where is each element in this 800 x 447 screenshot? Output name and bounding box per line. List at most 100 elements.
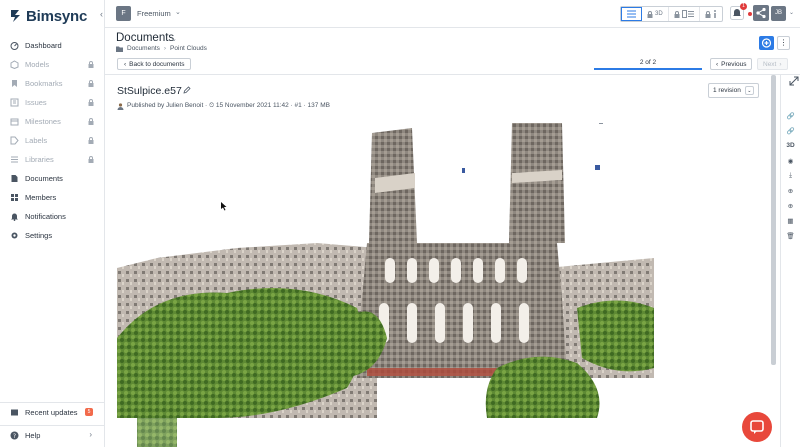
- pencil-icon[interactable]: [183, 86, 191, 94]
- models-icon: [10, 60, 19, 69]
- recent-updates-icon: [10, 408, 19, 417]
- sidebar-item-label: Notifications: [25, 212, 66, 221]
- lock-icon: [88, 99, 94, 106]
- logo[interactable]: Bimsync: [10, 7, 87, 25]
- recent-updates-badge: 5: [85, 408, 93, 416]
- collapse-sidebar-button[interactable]: ‹: [100, 9, 103, 19]
- add-circle-icon[interactable]: ⊕: [785, 185, 796, 196]
- chevron-down-icon[interactable]: ⌄: [789, 9, 794, 16]
- milestone-icon: [10, 117, 19, 126]
- 3d-toggle-button[interactable]: 3D: [785, 140, 796, 151]
- add-button[interactable]: [759, 36, 774, 50]
- revision-dropdown[interactable]: 1 revision ⌄: [708, 83, 759, 98]
- bell-icon: [10, 212, 19, 221]
- eye-icon[interactable]: ◉: [785, 155, 796, 166]
- info-icon: [713, 10, 716, 18]
- breadcrumb-item-documents[interactable]: Documents: [127, 45, 160, 52]
- sidebar-item-label: Documents: [25, 174, 63, 183]
- sidebar-item-settings[interactable]: Settings: [0, 226, 104, 245]
- point-cloud-viewer[interactable]: [117, 118, 654, 447]
- viewer-scrollbar[interactable]: [771, 75, 776, 365]
- breadcrumb-item-point-clouds[interactable]: Point Clouds: [170, 45, 207, 52]
- list-icon: [627, 10, 636, 18]
- chevron-down-icon[interactable]: ⌄: [175, 8, 181, 16]
- sidebar-item-bookmarks[interactable]: Bookmarks: [0, 74, 104, 93]
- trees-right: [577, 300, 654, 372]
- lock-icon: [88, 137, 94, 144]
- link-icon[interactable]: 🔗: [785, 125, 796, 136]
- sidebar-item-models[interactable]: Models: [0, 55, 104, 74]
- divider: [105, 74, 800, 75]
- tab-info-view[interactable]: [700, 7, 722, 21]
- project-name[interactable]: Freemium: [137, 9, 171, 18]
- next-button[interactable]: Next ›: [757, 58, 788, 70]
- lock-icon: [705, 10, 711, 18]
- tab-3d-view[interactable]: 3D: [642, 7, 669, 21]
- chevron-down-icon[interactable]: ⌄: [171, 35, 177, 43]
- sidebar-item-label: Libraries: [25, 155, 54, 164]
- expand-icon[interactable]: [788, 75, 800, 87]
- trash-icon[interactable]: 🗑: [785, 230, 796, 241]
- layout-icon[interactable]: ▦: [785, 215, 796, 226]
- share-button[interactable]: [753, 5, 769, 21]
- lock-icon: [647, 10, 653, 18]
- file-meta: Published by Julien Benoit · ⏲ 15 Novemb…: [117, 102, 330, 110]
- back-to-documents-button[interactable]: ‹ Back to documents: [117, 58, 192, 70]
- lock-icon: [88, 156, 94, 163]
- file-name: StSulpice.e57: [117, 85, 182, 97]
- project-avatar[interactable]: F: [116, 6, 131, 21]
- lock-icon: [88, 61, 94, 68]
- sidebar-item-label: Labels: [25, 136, 48, 145]
- split-view-icon: [681, 10, 694, 18]
- sidebar-item-label: Issues: [25, 98, 47, 107]
- help[interactable]: ? Help ›: [0, 425, 104, 444]
- recent-updates-label: Recent updates: [25, 407, 78, 417]
- tab-3d-label: 3D: [655, 11, 663, 17]
- back-label: Back to documents: [129, 60, 185, 68]
- issues-icon: [10, 98, 19, 107]
- sidebar-item-labels[interactable]: Labels: [0, 131, 104, 150]
- page-title[interactable]: Documents: [116, 32, 174, 44]
- sidebar-item-dashboard[interactable]: Dashboard: [0, 36, 104, 55]
- bimsync-logo-icon: [11, 10, 20, 22]
- gear-icon: [10, 231, 19, 240]
- user-avatar[interactable]: JB: [771, 6, 786, 21]
- sidebar-nav: Dashboard Models Bookmarks Issues Milest…: [0, 36, 104, 245]
- chevron-left-icon: ‹: [716, 60, 719, 68]
- sidebar-item-notifications[interactable]: Notifications: [0, 207, 104, 226]
- help-label: Help: [25, 430, 41, 440]
- breadcrumb: Documents › Point Clouds: [116, 45, 207, 52]
- lock-icon: [88, 80, 94, 87]
- previous-button[interactable]: ‹ Previous: [710, 58, 753, 70]
- more-options-button[interactable]: ⋮: [777, 36, 790, 50]
- add-circle-icon[interactable]: ⊕: [785, 200, 796, 211]
- sidebar-item-label: Settings: [25, 231, 53, 240]
- share-icon: [756, 7, 766, 19]
- sidebar-item-label: Members: [25, 193, 57, 202]
- chat-button[interactable]: [742, 412, 772, 442]
- folder-icon: [116, 46, 123, 52]
- sidebar-item-label: Models: [25, 60, 50, 69]
- svg-text:?: ?: [13, 432, 16, 439]
- recent-updates[interactable]: Recent updates 5: [0, 402, 104, 420]
- sidebar-item-label: Milestones: [25, 117, 61, 126]
- topbar: F Freemium ⌄ 3D 1 JB ⌄: [105, 0, 800, 28]
- label-icon: [10, 136, 19, 145]
- sidebar-item-libraries[interactable]: Libraries: [0, 150, 104, 169]
- tab-split-view[interactable]: [669, 7, 700, 21]
- tab-list-view[interactable]: [621, 7, 642, 21]
- right-toolbar: 🔗 🔗 3D ◉ ⤓ ⊕ ⊕ ▦ 🗑: [780, 74, 800, 447]
- revision-label: 1 revision: [713, 87, 741, 94]
- sidebar-item-members[interactable]: Members: [0, 188, 104, 207]
- download-icon[interactable]: ⤓: [785, 170, 796, 181]
- dashboard-icon: [10, 41, 19, 50]
- bookmark-icon: [10, 79, 19, 88]
- sidebar-item-issues[interactable]: Issues: [0, 93, 104, 112]
- sidebar-item-milestones[interactable]: Milestones: [0, 112, 104, 131]
- sidebar-item-label: Bookmarks: [25, 79, 63, 88]
- link-icon[interactable]: 🔗: [785, 110, 796, 121]
- sidebar-item-documents[interactable]: Documents: [0, 169, 104, 188]
- previous-label: Previous: [721, 60, 747, 68]
- app-root: Bimsync ‹ Dashboard Models Bookmarks Iss…: [0, 0, 800, 447]
- pager-indicator: 2 of 2: [594, 58, 702, 70]
